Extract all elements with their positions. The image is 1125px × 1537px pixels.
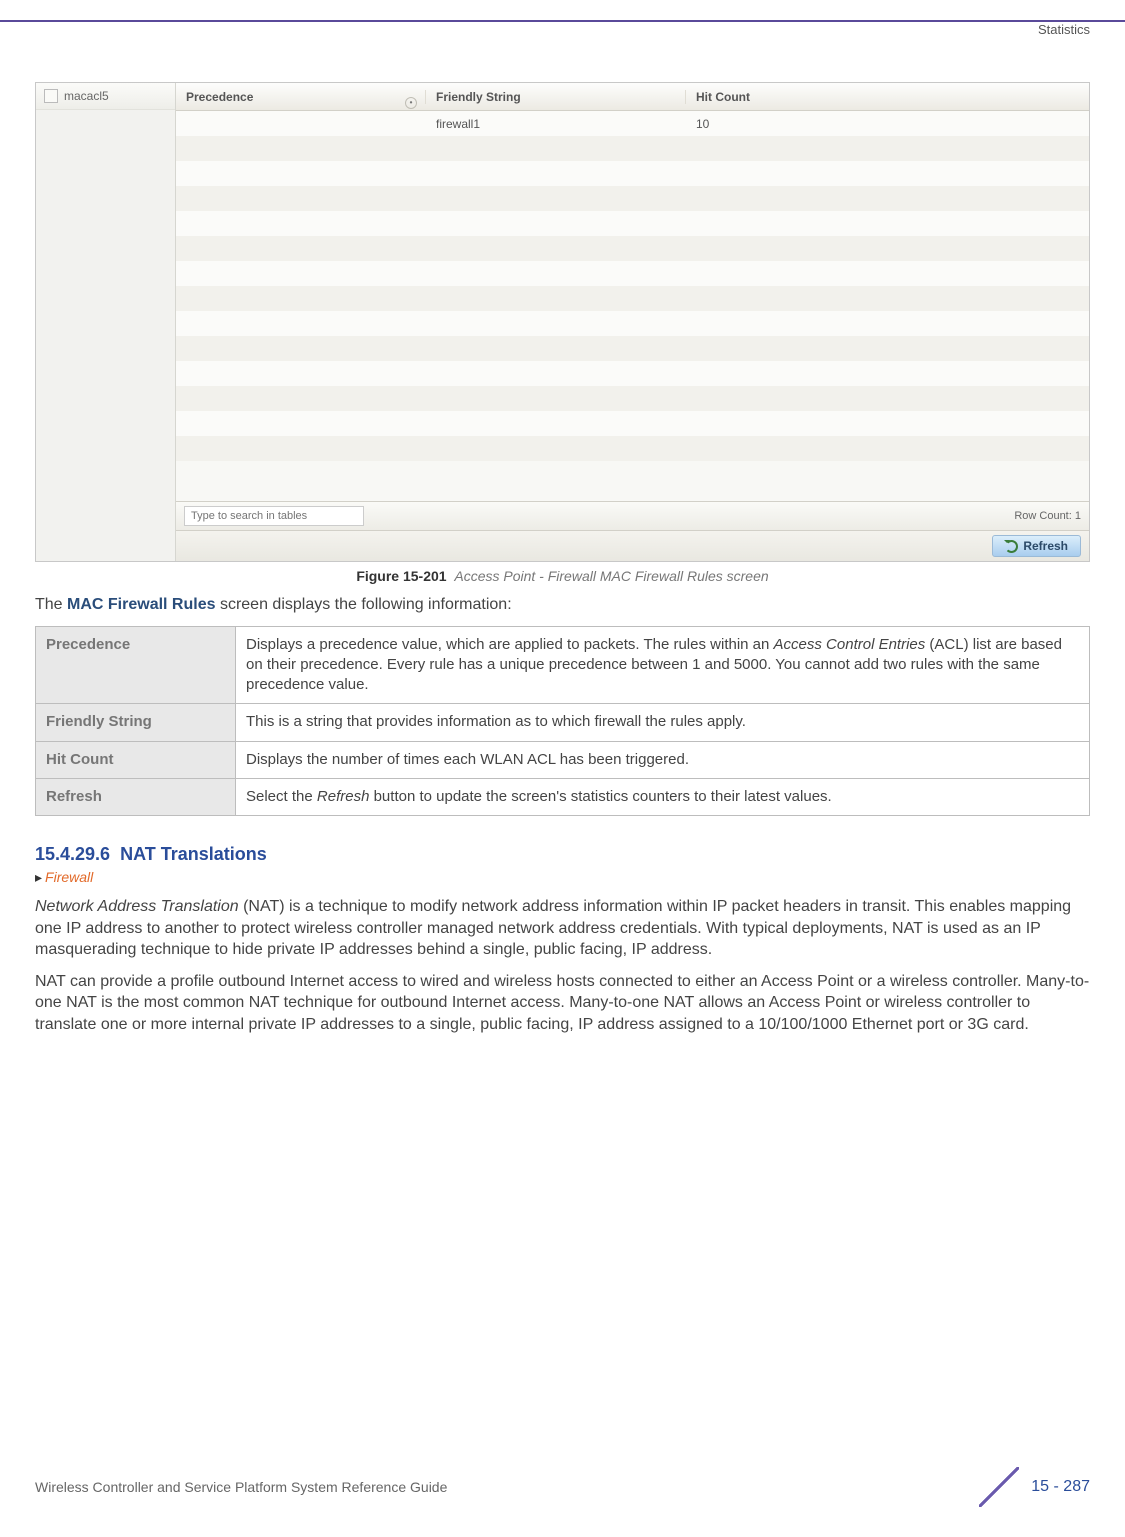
sort-indicator-icon[interactable]: • [405, 97, 417, 109]
section-number: 15.4.29.6 [35, 844, 110, 864]
header-section-label: Statistics [1038, 22, 1090, 37]
breadcrumb-link[interactable]: Firewall [45, 869, 93, 885]
breadcrumb-arrow-icon: ▸ [35, 869, 42, 885]
def-row-precedence: Precedence Displays a precedence value, … [36, 626, 1090, 704]
refresh-button-label: Refresh [1023, 539, 1068, 553]
device-icon [44, 89, 58, 103]
intro-post: screen displays the following informatio… [216, 596, 512, 613]
nat-paragraph-1: Network Address Translation (NAT) is a t… [35, 896, 1090, 961]
table-row[interactable]: firewall1 10 [176, 111, 1089, 136]
nat-p1-term: Network Address Translation [35, 898, 239, 915]
footer-guide-title: Wireless Controller and Service Platform… [35, 1479, 447, 1495]
col-header-friendly[interactable]: Friendly String [426, 90, 686, 104]
definition-table: Precedence Displays a precedence value, … [35, 626, 1090, 817]
def-label: Hit Count [36, 741, 236, 778]
def-desc: Select the Refresh button to update the … [236, 778, 1090, 815]
table-header: Precedence • Friendly String Hit Count [176, 83, 1089, 111]
table-row [176, 136, 1089, 161]
def-desc-pre: Displays the number of times each WLAN A… [246, 751, 689, 768]
figure-caption: Figure 15-201 Access Point - Firewall MA… [35, 568, 1090, 584]
def-desc: Displays a precedence value, which are a… [236, 626, 1090, 704]
footer-page-number: 15 - 287 [1031, 1478, 1090, 1496]
table-row [176, 361, 1089, 386]
app-screenshot: macacl5 Precedence • Friendly String Hit… [35, 82, 1090, 562]
def-desc-post: button to update the screen's statistics… [369, 788, 831, 805]
table-row [176, 386, 1089, 411]
col-header-precedence-label: Precedence [186, 90, 253, 104]
def-desc-em: Refresh [317, 788, 370, 805]
def-desc-pre: This is a string that provides informati… [246, 713, 746, 730]
row-count-label: Row Count: [1014, 510, 1071, 522]
search-input[interactable] [184, 506, 364, 526]
def-row-friendly: Friendly String This is a string that pr… [36, 704, 1090, 741]
table-row [176, 286, 1089, 311]
page-footer: Wireless Controller and Service Platform… [35, 1467, 1090, 1507]
sidebar-item-macacl[interactable]: macacl5 [36, 83, 175, 110]
table-footer: Row Count: 1 Refresh [176, 501, 1089, 561]
row-count: Row Count: 1 [1014, 510, 1081, 522]
def-label: Refresh [36, 778, 236, 815]
def-row-refresh: Refresh Select the Refresh button to upd… [36, 778, 1090, 815]
def-row-hitcount: Hit Count Displays the number of times e… [36, 741, 1090, 778]
figure-number: Figure 15-201 [356, 568, 446, 584]
footer-slash-icon [979, 1467, 1019, 1507]
table-row [176, 161, 1089, 186]
intro-paragraph: The MAC Firewall Rules screen displays t… [35, 594, 1090, 616]
table-row [176, 211, 1089, 236]
col-header-precedence[interactable]: Precedence • [176, 90, 426, 104]
def-desc-pre: Displays a precedence value, which are a… [246, 636, 774, 653]
def-desc: This is a string that provides informati… [236, 704, 1090, 741]
app-main: Precedence • Friendly String Hit Count f… [176, 83, 1089, 561]
cell-hit: 10 [686, 117, 1089, 131]
def-label: Precedence [36, 626, 236, 704]
intro-term: MAC Firewall Rules [67, 596, 215, 613]
intro-pre: The [35, 596, 67, 613]
refresh-button[interactable]: Refresh [992, 535, 1081, 557]
def-label: Friendly String [36, 704, 236, 741]
nat-paragraph-2: NAT can provide a profile outbound Inter… [35, 971, 1090, 1036]
table-row [176, 236, 1089, 261]
cell-friendly: firewall1 [426, 117, 686, 131]
app-sidebar: macacl5 [36, 83, 176, 561]
def-desc-em: Access Control Entries [774, 636, 926, 653]
section-title: NAT Translations [120, 844, 267, 864]
table-row [176, 336, 1089, 361]
sidebar-item-label: macacl5 [64, 89, 109, 103]
table-body: firewall1 10 [176, 111, 1089, 501]
refresh-icon [1005, 540, 1018, 553]
figure-title: Access Point - Firewall MAC Firewall Rul… [454, 568, 768, 584]
def-desc: Displays the number of times each WLAN A… [236, 741, 1090, 778]
row-count-value: 1 [1075, 510, 1081, 522]
section-heading: 15.4.29.6 NAT Translations [35, 844, 1090, 865]
table-row [176, 186, 1089, 211]
table-row [176, 311, 1089, 336]
table-row [176, 436, 1089, 461]
col-header-hit[interactable]: Hit Count [686, 90, 1089, 104]
breadcrumb[interactable]: ▸Firewall [35, 869, 1090, 886]
def-desc-pre: Select the [246, 788, 317, 805]
table-row [176, 411, 1089, 436]
table-row [176, 261, 1089, 286]
